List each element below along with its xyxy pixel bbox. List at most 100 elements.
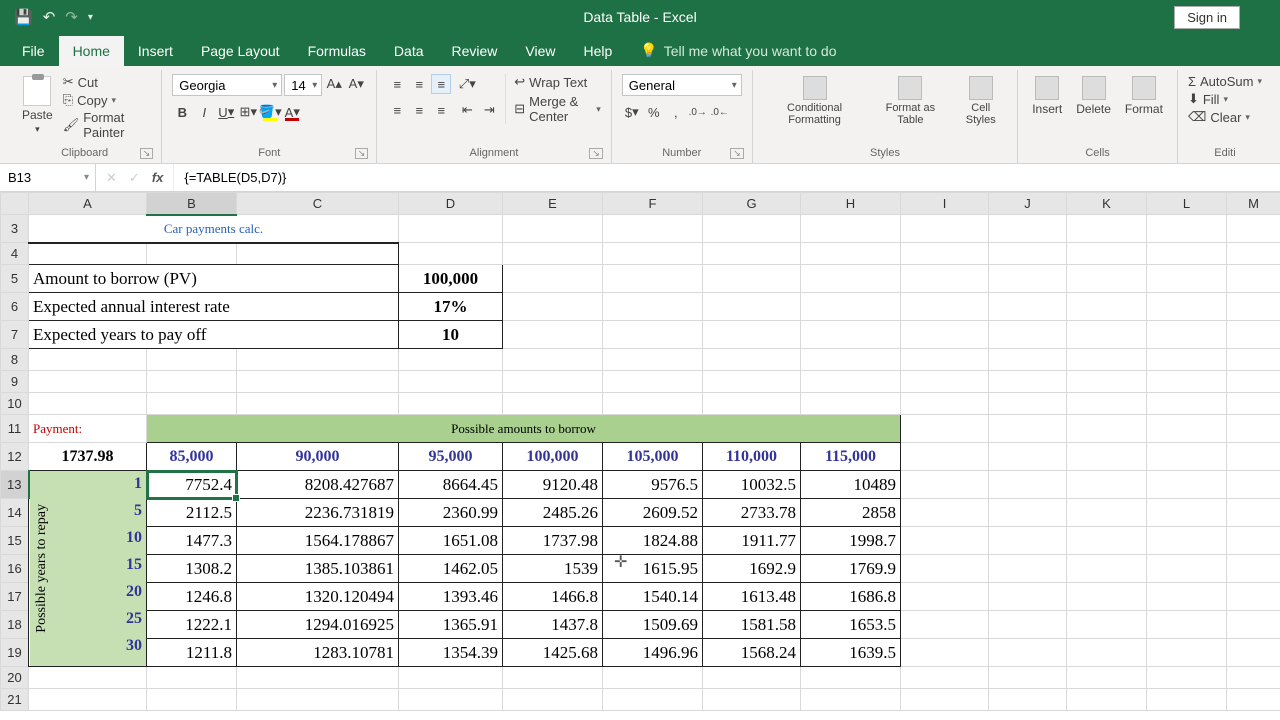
cell-label[interactable]: Amount to borrow (PV) — [29, 265, 399, 293]
cell-data[interactable]: 2858 — [801, 499, 901, 527]
cell-label[interactable]: Expected years to pay off — [29, 321, 399, 349]
cell-data[interactable]: 8664.45 — [399, 471, 503, 499]
cell-data[interactable]: 10032.5 — [703, 471, 801, 499]
bold-button[interactable]: B — [172, 102, 192, 122]
cell-value[interactable]: 10 — [399, 321, 503, 349]
font-size-select[interactable]: 14 — [284, 74, 322, 96]
column-header[interactable]: G — [703, 193, 801, 215]
cell-label[interactable]: Expected annual interest rate — [29, 293, 399, 321]
dialog-launcher-icon[interactable]: ↘ — [355, 148, 369, 159]
clear-button[interactable]: ⌫Clear▾ — [1188, 109, 1262, 125]
cell-data[interactable]: 1462.05 — [399, 555, 503, 583]
cell-amount-header[interactable]: 110,000 — [703, 443, 801, 471]
align-bottom-icon[interactable]: ≡ — [431, 74, 451, 94]
column-header[interactable]: H — [801, 193, 901, 215]
conditional-formatting-button[interactable]: Conditional Formatting — [763, 74, 867, 128]
accounting-format-icon[interactable]: $▾ — [622, 102, 642, 122]
cell-data[interactable]: 7752.4 — [147, 471, 237, 499]
cell-data[interactable]: 1294.016925 — [237, 611, 399, 639]
italic-button[interactable]: I — [194, 102, 214, 122]
enter-icon[interactable]: ✓ — [129, 170, 140, 186]
cell-payment-label[interactable]: Payment: — [29, 415, 147, 443]
tellme-search[interactable]: 💡 Tell me what you want to do — [626, 35, 850, 66]
cell-data[interactable]: 1998.7 — [801, 527, 901, 555]
column-header[interactable]: I — [901, 193, 989, 215]
format-as-table-button[interactable]: Format as Table — [872, 74, 948, 128]
row-header[interactable]: 5 — [1, 265, 29, 293]
cell-year[interactable]: 20 — [126, 583, 142, 601]
cell-amount-header[interactable]: 85,000 — [147, 443, 237, 471]
dialog-launcher-icon[interactable]: ↘ — [730, 148, 744, 159]
cell-data[interactable]: 1769.9 — [801, 555, 901, 583]
column-header[interactable]: C — [237, 193, 399, 215]
tab-page-layout[interactable]: Page Layout — [187, 36, 294, 66]
column-header[interactable]: L — [1147, 193, 1227, 215]
cell-data[interactable]: 1283.10781 — [237, 639, 399, 667]
column-header[interactable]: D — [399, 193, 503, 215]
cell-data[interactable]: 1653.5 — [801, 611, 901, 639]
row-header[interactable]: 3 — [1, 215, 29, 243]
cell-value[interactable]: 17% — [399, 293, 503, 321]
row-header[interactable]: 11 — [1, 415, 29, 443]
tab-data[interactable]: Data — [380, 36, 438, 66]
format-cells-button[interactable]: Format — [1121, 74, 1167, 118]
autosum-button[interactable]: ΣAutoSum▾ — [1188, 74, 1262, 89]
fill-color-button[interactable]: 🪣▾ — [260, 102, 280, 122]
row-header[interactable]: 6 — [1, 293, 29, 321]
cancel-icon[interactable]: ✕ — [106, 170, 117, 186]
cell-data[interactable]: 1477.3 — [147, 527, 237, 555]
cell-data[interactable]: 9120.48 — [503, 471, 603, 499]
borders-button[interactable]: ⊞▾ — [238, 102, 258, 122]
column-header[interactable]: E — [503, 193, 603, 215]
align-center-icon[interactable]: ≡ — [409, 100, 429, 120]
align-right-icon[interactable]: ≡ — [431, 100, 451, 120]
cell-data[interactable]: 1568.24 — [703, 639, 801, 667]
cell-data[interactable]: 1385.103861 — [237, 555, 399, 583]
font-name-select[interactable]: Georgia — [172, 74, 282, 96]
column-header[interactable]: J — [989, 193, 1067, 215]
tab-insert[interactable]: Insert — [124, 36, 187, 66]
row-header[interactable]: 4 — [1, 243, 29, 265]
cell-amount-header[interactable]: 115,000 — [801, 443, 901, 471]
cell-data[interactable]: 1613.48 — [703, 583, 801, 611]
cell-data[interactable]: 2360.99 — [399, 499, 503, 527]
percent-format-icon[interactable]: % — [644, 102, 664, 122]
copy-button[interactable]: ⎘Copy▾ — [63, 92, 152, 108]
tab-home[interactable]: Home — [59, 36, 124, 66]
select-all-corner[interactable] — [1, 193, 29, 215]
cell-data[interactable]: 1365.91 — [399, 611, 503, 639]
cell-data[interactable]: 2733.78 — [703, 499, 801, 527]
tab-file[interactable]: File — [8, 36, 59, 66]
cell-data[interactable]: 1737.98 — [503, 527, 603, 555]
cell-value[interactable]: 100,000 — [399, 265, 503, 293]
row-header[interactable]: 17 — [1, 583, 29, 611]
tab-view[interactable]: View — [511, 36, 569, 66]
signin-button[interactable]: Sign in — [1174, 6, 1240, 29]
cell-year[interactable]: 30 — [126, 637, 142, 655]
undo-icon[interactable]: ↶ — [43, 8, 56, 26]
comma-format-icon[interactable]: , — [666, 102, 686, 122]
cell-year[interactable]: 25 — [126, 610, 142, 628]
cell-year[interactable]: 5 — [134, 502, 142, 520]
cell-data[interactable]: 1615.95 — [603, 555, 703, 583]
row-header[interactable]: 9 — [1, 371, 29, 393]
paste-button[interactable]: Paste ▾ — [18, 74, 57, 137]
cell-data[interactable]: 1222.1 — [147, 611, 237, 639]
align-left-icon[interactable]: ≡ — [387, 100, 407, 120]
cell-data[interactable]: 1496.96 — [603, 639, 703, 667]
cell-data[interactable]: 1540.14 — [603, 583, 703, 611]
column-header[interactable]: F — [603, 193, 703, 215]
cell-year[interactable]: 10 — [126, 529, 142, 547]
save-icon[interactable]: 💾 — [14, 8, 33, 26]
row-header[interactable]: 13 — [1, 471, 29, 499]
cell-data[interactable]: 1437.8 — [503, 611, 603, 639]
name-box[interactable]: B13 — [0, 164, 96, 191]
cell-amount-header[interactable]: 90,000 — [237, 443, 399, 471]
column-header[interactable]: K — [1067, 193, 1147, 215]
cell-data[interactable]: 8208.427687 — [237, 471, 399, 499]
insert-cells-button[interactable]: Insert — [1028, 74, 1066, 118]
fx-icon[interactable]: fx — [152, 170, 164, 185]
decrease-font-icon[interactable]: A▾ — [346, 74, 366, 94]
wrap-text-button[interactable]: ↩Wrap Text — [514, 74, 601, 90]
row-header[interactable]: 21 — [1, 689, 29, 711]
